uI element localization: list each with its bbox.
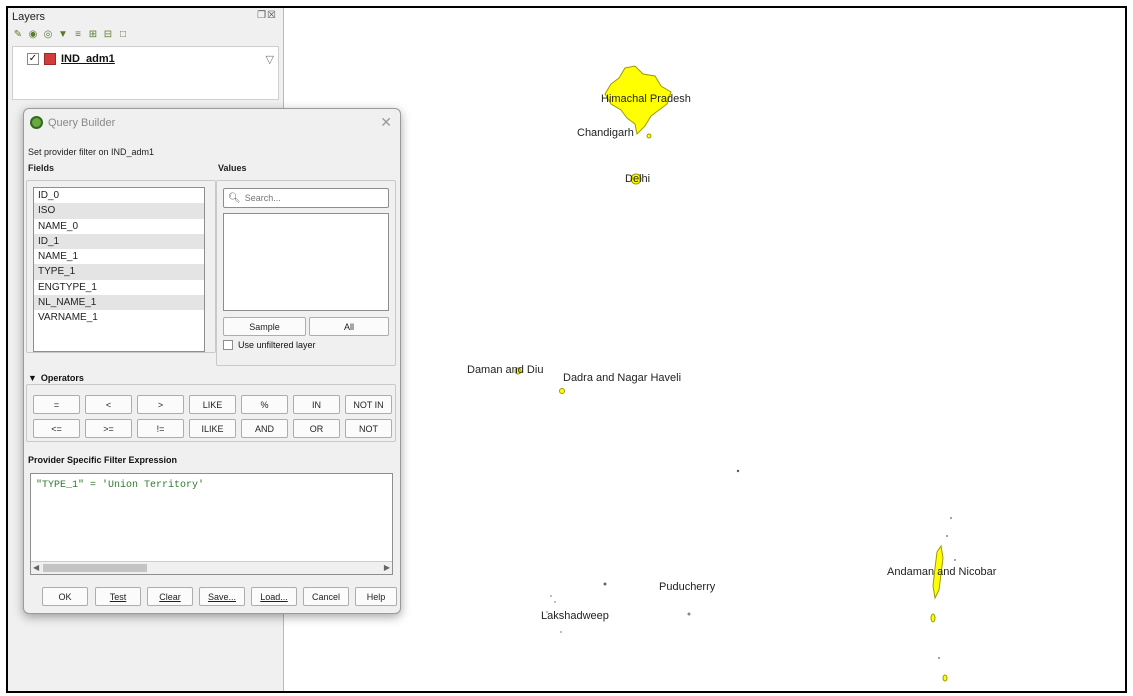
layers-panel-title: Layers — [12, 11, 46, 23]
values-group: 🔍︎ Sample All Use unfiltered layer — [216, 180, 396, 366]
lakshadweep-markers — [546, 595, 562, 633]
values-search-input[interactable] — [244, 193, 385, 203]
field-item[interactable]: ID_0 — [34, 188, 204, 203]
label-chandigarh: Chandigarh — [577, 127, 634, 139]
andaman-and-nicobar-polygons — [930, 517, 956, 682]
test-button[interactable]: Test — [95, 587, 141, 606]
save-button[interactable]: Save... — [199, 587, 245, 606]
operator-button-greater-equal[interactable]: >= — [85, 419, 132, 438]
manage-visibility-icon[interactable]: ◎ — [42, 28, 54, 40]
operator-button-not-equal[interactable]: != — [137, 419, 184, 438]
operators-label: Operators — [40, 373, 84, 383]
layer-visibility-checkbox[interactable]: ✓ — [27, 53, 39, 65]
label-himachal-pradesh: Himachal Pradesh — [601, 93, 691, 105]
label-dadra-and-nagar-haveli: Dadra and Nagar Haveli — [563, 372, 682, 384]
cancel-button[interactable]: Cancel — [303, 587, 349, 606]
use-unfiltered-checkbox[interactable] — [223, 340, 233, 350]
filter-expression-icon[interactable]: ≡ — [72, 28, 84, 40]
operator-button-greater[interactable]: > — [137, 395, 184, 414]
expression-label: Provider Specific Filter Expression — [28, 455, 178, 465]
dialog-subtitle: Set provider filter on IND_adm1 — [28, 147, 155, 157]
close-icon[interactable]: ✕ — [380, 114, 392, 131]
field-item[interactable]: ID_1 — [34, 233, 204, 250]
field-item[interactable]: VARNAME_1 — [34, 310, 204, 325]
all-button[interactable]: All — [309, 317, 389, 336]
operator-button-percent[interactable]: % — [241, 395, 288, 414]
minor-island-marker — [736, 469, 740, 473]
operator-button-not[interactable]: NOT — [345, 419, 392, 438]
horizontal-scrollbar[interactable]: ◀ ▶ — [31, 561, 392, 574]
values-list[interactable] — [223, 213, 389, 311]
layer-symbol-swatch — [44, 53, 56, 65]
label-andaman-and-nicobar: Andaman and Nicobar — [887, 566, 997, 578]
values-search-box[interactable]: 🔍︎ — [223, 188, 389, 208]
operator-button-in[interactable]: IN — [293, 395, 340, 414]
load-button[interactable]: Load... — [251, 587, 297, 606]
ok-button[interactable]: OK — [42, 587, 88, 606]
dialog-title: Query Builder — [48, 117, 116, 129]
sample-button[interactable]: Sample — [223, 317, 306, 336]
values-label: Values — [218, 163, 247, 173]
scroll-left-icon[interactable]: ◀ — [33, 562, 39, 574]
field-item[interactable]: TYPE_1 — [34, 264, 204, 280]
map-canvas[interactable]: Himachal Pradesh Chandigarh Delhi Daman … — [285, 8, 1125, 691]
panel-window-controls[interactable]: ❐☒ — [257, 10, 277, 21]
fields-list[interactable]: ID_0 ISO NAME_0 ID_1 NAME_1 TYPE_1 ENGTY… — [33, 187, 205, 352]
chandigarh-marker — [646, 133, 652, 139]
label-puducherry: Puducherry — [659, 581, 716, 593]
operator-button-equals[interactable]: = — [33, 395, 80, 414]
operator-button-less[interactable]: < — [85, 395, 132, 414]
qgis-window: Layers ❐☒ ✎ ◉ ◎ ▼ ≡ ⊞ ⊟ □ ✓ IND_adm1 ▽ H… — [6, 6, 1127, 693]
expression-text: "TYPE_1" = 'Union Territory' — [36, 480, 205, 491]
field-item[interactable]: NL_NAME_1 — [34, 295, 204, 311]
operator-button-not-in[interactable]: NOT IN — [345, 395, 392, 414]
dialog-titlebar[interactable]: Query Builder ✕ — [24, 109, 400, 137]
layers-toolbar: ✎ ◉ ◎ ▼ ≡ ⊞ ⊟ □ — [12, 28, 129, 40]
scroll-right-icon[interactable]: ▶ — [384, 562, 390, 574]
layer-item-ind-adm1[interactable]: ✓ IND_adm1 ▽ — [27, 51, 274, 67]
query-builder-dialog: Query Builder ✕ Set provider filter on I… — [23, 108, 401, 614]
label-daman-and-diu: Daman and Diu — [467, 364, 544, 376]
collapse-arrow-icon: ▼ — [28, 373, 37, 383]
fields-group: ID_0 ISO NAME_0 ID_1 NAME_1 TYPE_1 ENGTY… — [26, 180, 216, 353]
remove-layer-icon[interactable]: □ — [117, 28, 129, 40]
operator-button-less-equal[interactable]: <= — [33, 419, 80, 438]
dadra-marker — [559, 388, 565, 394]
expand-all-icon[interactable]: ⊞ — [87, 28, 99, 40]
field-item[interactable]: ISO — [34, 203, 204, 219]
layer-name[interactable]: IND_adm1 — [61, 53, 115, 65]
field-item[interactable]: ENGTYPE_1 — [34, 280, 204, 295]
label-lakshadweep: Lakshadweep — [541, 610, 609, 622]
label-delhi: Delhi — [625, 173, 651, 185]
use-unfiltered-row[interactable]: Use unfiltered layer — [223, 340, 316, 350]
collapse-all-icon[interactable]: ⊟ — [102, 28, 114, 40]
filter-legend-icon[interactable]: ▼ — [57, 28, 69, 40]
layers-tree: ✓ IND_adm1 ▽ — [12, 46, 279, 100]
help-button[interactable]: Help — [355, 587, 397, 606]
operator-button-like[interactable]: LIKE — [189, 395, 236, 414]
clear-button[interactable]: Clear — [147, 587, 193, 606]
operator-button-and[interactable]: AND — [241, 419, 288, 438]
use-unfiltered-label: Use unfiltered layer — [238, 340, 316, 350]
search-icon: 🔍︎ — [228, 192, 241, 204]
field-item[interactable]: NAME_0 — [34, 219, 204, 234]
add-group-icon[interactable]: ◉ — [27, 28, 39, 40]
operator-button-ilike[interactable]: ILIKE — [189, 419, 236, 438]
expression-editor[interactable]: "TYPE_1" = 'Union Territory' ◀ ▶ — [30, 473, 393, 575]
fields-label: Fields — [28, 163, 55, 173]
scrollbar-thumb[interactable] — [43, 564, 147, 572]
filter-icon[interactable]: ▽ — [266, 53, 274, 66]
open-layer-styling-icon[interactable]: ✎ — [12, 28, 24, 40]
operators-header[interactable]: ▼ Operators — [28, 373, 84, 383]
field-item[interactable]: NAME_1 — [34, 249, 204, 264]
qgis-logo-icon — [30, 116, 43, 129]
operator-button-or[interactable]: OR — [293, 419, 340, 438]
operators-group: = < > LIKE % IN NOT IN <= >= != ILIKE AN… — [26, 384, 396, 442]
